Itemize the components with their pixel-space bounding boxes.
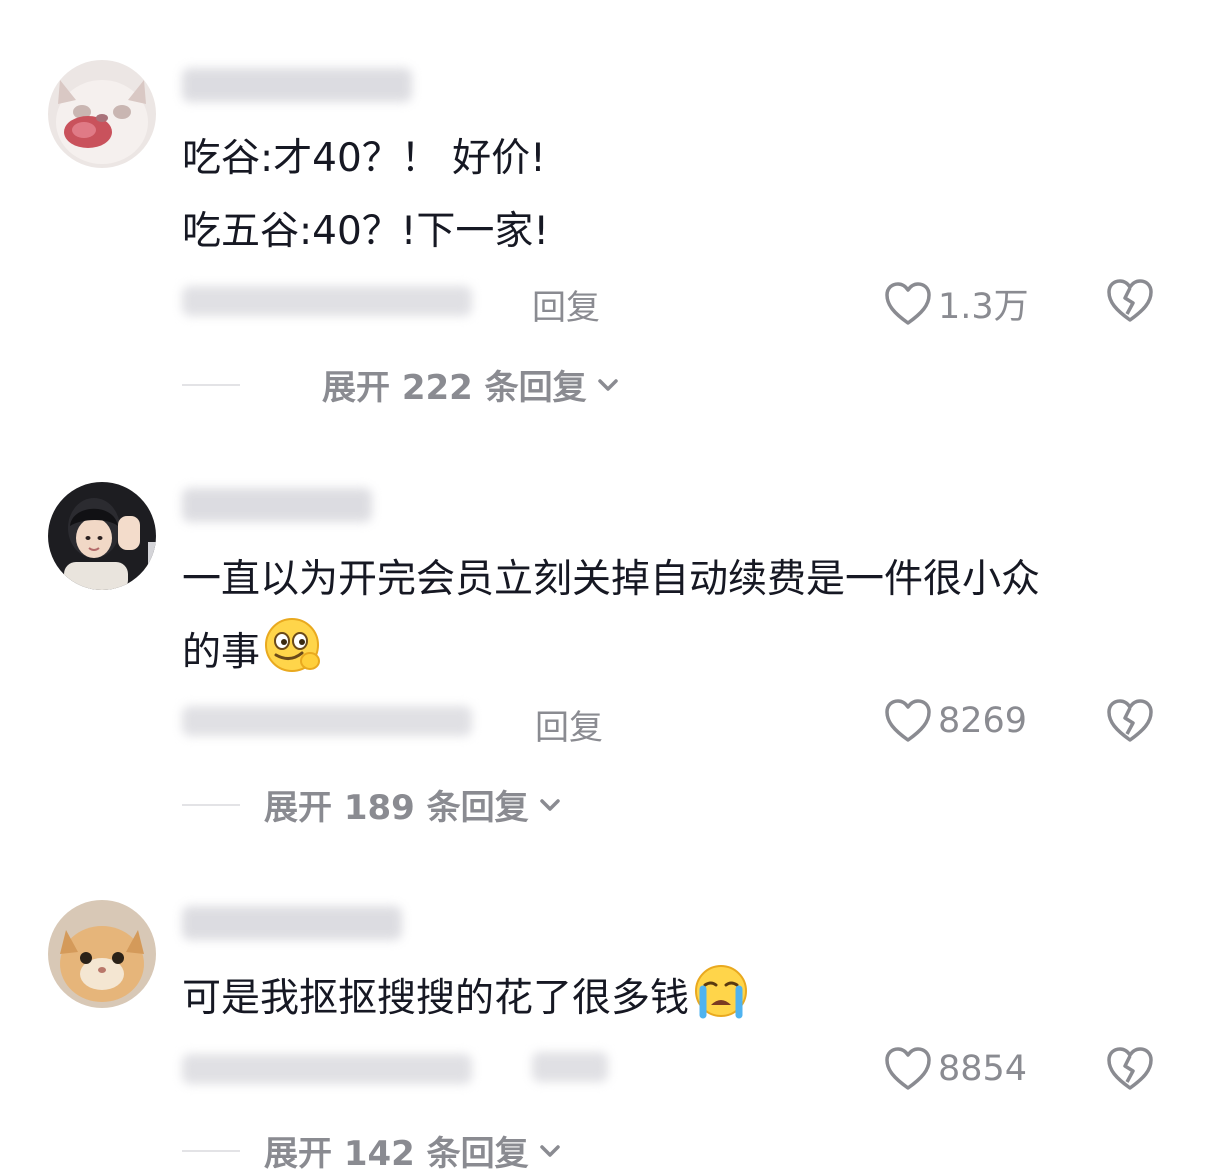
divider-line xyxy=(182,803,240,806)
expand-replies-label: 展开 222 条回复 xyxy=(322,368,587,408)
comment-date-blurred xyxy=(182,1054,472,1084)
heart-outline-icon xyxy=(885,281,931,325)
comment-text-line: 可是我抠抠搜搜的花了很多钱 xyxy=(182,962,751,1045)
heart-outline-icon xyxy=(885,1047,931,1090)
crying-emoji-icon xyxy=(691,963,751,1045)
reply-button-blurred[interactable] xyxy=(532,1052,608,1082)
username-blurred[interactable] xyxy=(182,906,402,940)
orange-cat-avatar-icon[interactable] xyxy=(48,900,156,1008)
username-blurred[interactable] xyxy=(182,68,412,102)
expand-replies-label: 展开 189 条回复 xyxy=(264,788,529,828)
chevron-down-icon xyxy=(597,378,618,391)
like-button[interactable]: 1.3万 xyxy=(884,278,1029,329)
reply-button[interactable]: 回复 xyxy=(535,700,603,749)
expand-replies-button[interactable]: 展开 222 条回复 xyxy=(182,360,619,409)
comment-text-segment: 的事 xyxy=(182,630,261,675)
chevron-down-icon xyxy=(539,798,560,811)
comment-text-line: 的事 xyxy=(182,615,326,699)
like-button[interactable]: 8269 xyxy=(884,698,1027,744)
person-waving-avatar-icon[interactable] xyxy=(48,482,156,590)
divider-line xyxy=(182,383,240,386)
dislike-button[interactable] xyxy=(1106,1046,1154,1096)
like-count: 8269 xyxy=(938,701,1028,741)
chevron-down-icon xyxy=(539,1144,560,1157)
expand-replies-label: 展开 142 条回复 xyxy=(264,1134,529,1174)
dislike-button[interactable] xyxy=(1106,698,1154,748)
broken-heart-icon xyxy=(1107,699,1153,742)
comment-text-segment: 可是我抠抠搜搜的花了很多钱 xyxy=(182,976,690,1021)
expand-replies-button[interactable]: 展开 142 条回复 xyxy=(182,1126,561,1175)
comment-date-blurred xyxy=(182,706,472,736)
dislike-button[interactable] xyxy=(1106,278,1154,328)
divider-line xyxy=(182,1149,240,1152)
comment-text-line: 一直以为开完会员立刻关掉自动续费是一件很小众 xyxy=(182,557,1041,602)
reply-button[interactable]: 回复 xyxy=(532,280,600,329)
username-blurred[interactable] xyxy=(182,488,372,522)
comment-text-line: 吃五谷:40？!下一家! xyxy=(182,209,550,254)
comment-date-blurred xyxy=(182,286,472,316)
heart-outline-icon xyxy=(885,699,931,742)
broken-heart-icon xyxy=(1107,279,1153,322)
comment-text-line: 吃谷:才40？！ 好价! xyxy=(182,136,546,181)
expand-replies-button[interactable]: 展开 189 条回复 xyxy=(182,780,561,829)
like-button[interactable]: 8854 xyxy=(884,1046,1027,1092)
like-count: 8854 xyxy=(938,1049,1028,1089)
cat-face-avatar-icon[interactable] xyxy=(48,60,156,168)
broken-heart-icon xyxy=(1107,1047,1153,1090)
smirk-emoji-icon xyxy=(262,615,326,699)
like-count: 1.3万 xyxy=(938,287,1029,327)
